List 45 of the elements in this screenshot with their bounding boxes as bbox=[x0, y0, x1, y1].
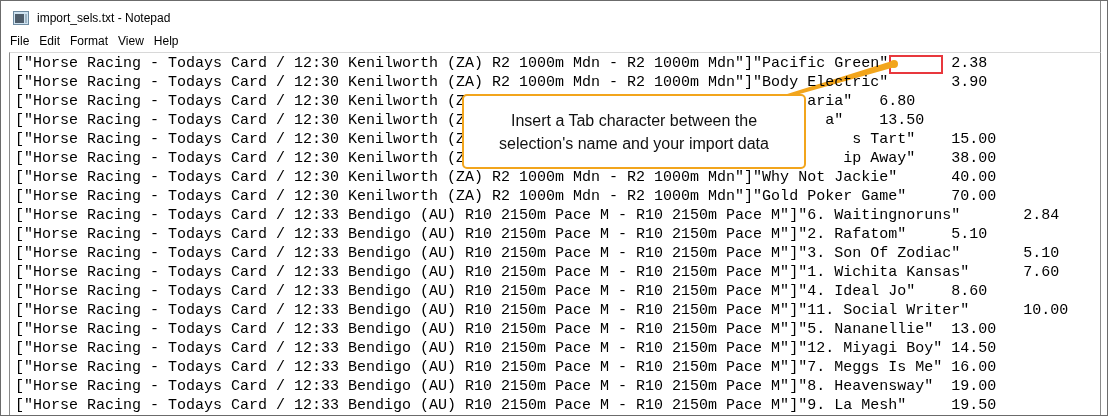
value-text: 5.10 bbox=[951, 226, 988, 243]
menu-item[interactable]: Edit bbox=[34, 34, 66, 52]
value-text: 70.00 bbox=[951, 188, 997, 205]
text-line: ["Horse Racing - Todays Card / 12:30 Kenilworth (ZA) R2 1000m Mdn - R2 1000m Mdn"]"Why Not Jackie" bbox=[15, 169, 898, 186]
highlight-rectangle bbox=[889, 55, 943, 74]
value-text: 6.80 bbox=[879, 93, 916, 110]
value-text: 2.84 bbox=[1023, 207, 1060, 224]
value-text: 10.00 bbox=[1023, 302, 1069, 319]
value-text: 16.00 bbox=[951, 359, 997, 376]
text-line: ["Horse Racing - Todays Card / 12:33 Bendigo (AU) R10 2150m Pace M - R10 2150m Pace M"]"9. La Mesh" bbox=[15, 397, 907, 414]
text-line: ["Horse Racing - Todays Card / 12:33 Bendigo (AU) R10 2150m Pace M - R10 2150m Pace M"]"4. Ideal Jo" bbox=[15, 283, 916, 300]
value-text: 19.50 bbox=[951, 397, 997, 414]
text-line: ["Horse Racing - Todays Card / 12:33 Bendigo (AU) R10 2150m Pace M - R10 2150m Pace M"]"6. Waitingnoruns" bbox=[15, 207, 961, 224]
value-text: 5.10 bbox=[1023, 245, 1060, 262]
text-line: ["Horse Racing - Todays Card / 12:33 Bendigo (AU) R10 2150m Pace M - R10 2150m Pace M"]"7. Meggs Is Me" bbox=[15, 359, 943, 376]
text-line: ["Horse Racing - Todays Card / 12:33 Bendigo (AU) R10 2150m Pace M - R10 2150m Pace M"]"12. Miyagi Boy" bbox=[15, 340, 943, 357]
menu-item[interactable]: Format bbox=[65, 34, 114, 52]
value-text: 13.00 bbox=[951, 321, 997, 338]
text-line: s Tart" bbox=[852, 131, 916, 148]
text-line: ip Away" bbox=[843, 150, 916, 167]
menu-item[interactable]: File bbox=[5, 34, 35, 52]
value-text: 13.50 bbox=[879, 112, 925, 129]
value-text: 3.90 bbox=[951, 74, 988, 91]
value-text: 2.38 bbox=[951, 55, 988, 72]
value-text: 8.60 bbox=[951, 283, 988, 300]
text-line: ["Horse Racing - Todays Card / 12:30 Kenilworth (ZA) R2 1000m Mdn - R2 1000m Mdn"]"Pacific Green" bbox=[15, 55, 889, 72]
text-line: a" bbox=[825, 112, 844, 129]
text-line: aria" bbox=[807, 93, 853, 110]
notepad-icon bbox=[13, 10, 29, 25]
text-line: ["Horse Racing - Todays Card / 12:33 Bendigo (AU) R10 2150m Pace M - R10 2150m Pace M"]"2. Rafatom" bbox=[15, 226, 907, 243]
value-text: 7.60 bbox=[1023, 264, 1060, 281]
menu-item[interactable]: View bbox=[113, 34, 149, 52]
value-text: 15.00 bbox=[951, 131, 997, 148]
text-line: ["Horse Racing - Todays Card / 12:30 Kenilworth (ZA) R2 1000m Mdn - R2 1000m Mdn"]"Gold Poker Game" bbox=[15, 188, 907, 205]
window-title: import_sels.txt - Notepad bbox=[37, 10, 171, 25]
text-line: ["Horse Racing - Todays Card / 12:33 Bendigo (AU) R10 2150m Pace M - R10 2150m Pace M"]"11. Social Writer" bbox=[15, 302, 970, 319]
value-text: 19.00 bbox=[951, 378, 997, 395]
value-text: 14.50 bbox=[951, 340, 997, 357]
text-line: ["Horse Racing - Todays Card / 12:33 Bendigo (AU) R10 2150m Pace M - R10 2150m Pace M"]"1. Wichita Kansas" bbox=[15, 264, 970, 281]
menu-item[interactable]: Help bbox=[148, 34, 184, 52]
text-line: ["Horse Racing - Todays Card / 12:33 Bendigo (AU) R10 2150m Pace M - R10 2150m Pace M"]"8. Heavensway" bbox=[15, 378, 934, 395]
value-text: 38.00 bbox=[951, 150, 997, 167]
text-line: ["Horse Racing - Todays Card / 12:33 Bendigo (AU) R10 2150m Pace M - R10 2150m Pace M"]"3. Son Of Zodiac" bbox=[15, 245, 961, 262]
text-line: ["Horse Racing - Todays Card / 12:33 Bendigo (AU) R10 2150m Pace M - R10 2150m Pace M"]"5. Nananellie" bbox=[15, 321, 934, 338]
value-text: 40.00 bbox=[951, 169, 997, 186]
